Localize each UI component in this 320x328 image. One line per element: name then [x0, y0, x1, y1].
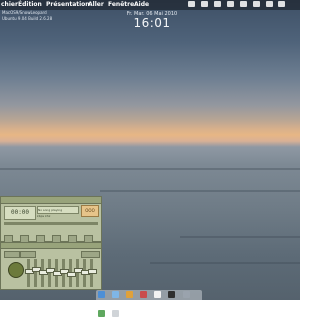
wave-line [100, 190, 300, 192]
battery-icon[interactable] [188, 1, 195, 7]
eq-band-sliders [25, 259, 99, 287]
player-time-display: 00:00 [4, 206, 36, 220]
preamp-knob[interactable] [8, 262, 24, 278]
settings-icon[interactable] [182, 291, 190, 298]
app-icon[interactable] [98, 310, 105, 317]
bluetooth-icon[interactable] [200, 1, 208, 7]
player-seek-bar[interactable] [4, 222, 98, 225]
eq-slider[interactable] [81, 259, 90, 287]
wifi-icon[interactable] [213, 1, 221, 7]
trash-icon[interactable] [112, 310, 120, 317]
mail-icon[interactable] [112, 291, 120, 298]
calendar-icon[interactable] [154, 291, 162, 298]
wave-line [0, 168, 300, 170]
clock-time: 16:01 [133, 16, 171, 30]
eq-slider[interactable] [74, 259, 83, 287]
system-info-widget: MacOS9/SnowLeopard Ubuntu 9.04 Build 2.6… [2, 10, 52, 22]
system-info-line-2: Ubuntu 9.04 Build 2.6.28 [2, 16, 53, 21]
player-controls [4, 228, 100, 243]
eq-slider[interactable] [32, 259, 41, 287]
eq-presets-button[interactable] [81, 251, 100, 258]
eq-slider[interactable] [25, 259, 34, 287]
eq-on-button[interactable] [4, 251, 20, 258]
eq-slider[interactable] [67, 259, 76, 287]
player-titlebar[interactable] [1, 197, 101, 204]
dock [96, 290, 202, 317]
equalizer-titlebar[interactable] [1, 243, 101, 249]
wave-line [180, 236, 300, 238]
wave-line [150, 262, 300, 264]
menu-bar: chier Édition Présentation Aller Fenêtre… [0, 0, 300, 10]
volume-icon[interactable] [226, 1, 234, 7]
eq-auto-button[interactable] [20, 251, 36, 258]
menu-presentation[interactable]: Présentation [46, 0, 90, 10]
equalizer-window[interactable] [0, 242, 102, 290]
power-icon[interactable] [265, 1, 273, 7]
menu-fichier[interactable]: chier [1, 0, 18, 10]
browser-icon[interactable] [126, 291, 134, 298]
eq-slider[interactable] [88, 259, 97, 287]
player-bitrate: kbps khz [37, 214, 51, 218]
terminal-icon[interactable] [168, 291, 176, 298]
menu-edition[interactable]: Édition [18, 0, 42, 10]
music-icon[interactable] [140, 291, 148, 298]
eq-slider[interactable] [46, 259, 55, 287]
audio-player-window[interactable]: 00:00 No song playing kbps khz OOO [0, 196, 102, 243]
eq-slider[interactable] [39, 259, 48, 287]
mail-status-icon[interactable] [239, 1, 247, 7]
search-icon[interactable] [278, 1, 286, 7]
eq-slider-knob[interactable] [88, 269, 97, 274]
user-icon[interactable] [252, 1, 260, 7]
menu-aller[interactable]: Aller [88, 0, 104, 10]
eq-slider[interactable] [60, 259, 69, 287]
menu-fenetre[interactable]: Fenêtre [108, 0, 134, 10]
status-tray [188, 1, 289, 9]
finder-icon[interactable] [98, 291, 105, 298]
player-logo: OOO [81, 205, 99, 217]
menu-aide[interactable]: Aide [134, 0, 149, 10]
eq-slider[interactable] [53, 259, 62, 287]
player-track-marquee: No song playing [37, 206, 79, 214]
